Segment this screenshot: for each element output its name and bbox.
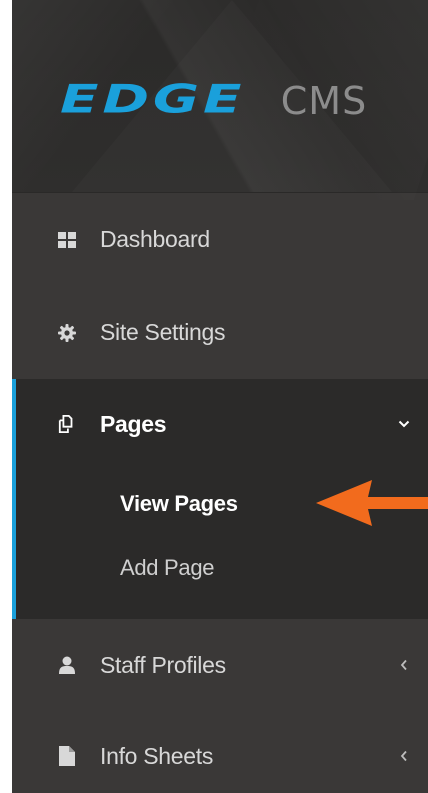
sidebar-item-dashboard[interactable]: Dashboard (12, 193, 428, 286)
chevron-down-icon[interactable] (398, 418, 410, 430)
sidebar-item-label: Pages (100, 410, 167, 437)
gear-icon (58, 323, 76, 342)
sidebar-item-label: Site Settings (100, 319, 226, 345)
brand-header: EDGE CMS (12, 0, 428, 193)
submenu-item-add-page[interactable]: Add Page (120, 555, 215, 581)
pages-copy-icon (58, 415, 76, 433)
user-icon (58, 656, 76, 674)
logo-cms-text: CMS (280, 79, 368, 123)
logo[interactable]: EDGE CMS (60, 74, 367, 125)
arrow-left-icon (316, 480, 428, 526)
sidebar-item-staff-profiles[interactable]: Staff Profiles (12, 619, 428, 711)
chevron-left-icon[interactable] (398, 750, 410, 762)
sidebar-item-label: Info Sheets (100, 742, 214, 769)
sidebar-item-label: Staff Profiles (100, 651, 226, 678)
sidebar-item-pages[interactable]: Pages (12, 379, 428, 469)
submenu-item-view-pages[interactable]: View Pages (120, 491, 238, 517)
dashboard-grid-icon (58, 231, 76, 249)
logo-edge-text: EDGE (60, 76, 246, 123)
sidebar-item-site-settings[interactable]: Site Settings (12, 286, 428, 379)
chevron-left-icon[interactable] (398, 659, 410, 671)
sidebar-item-info-sheets[interactable]: Info Sheets (12, 711, 428, 793)
sidebar-item-label: Dashboard (100, 226, 210, 252)
file-icon (58, 746, 76, 766)
sidebar: EDGE CMS Dashboard Site Settings Pages V… (12, 0, 428, 793)
